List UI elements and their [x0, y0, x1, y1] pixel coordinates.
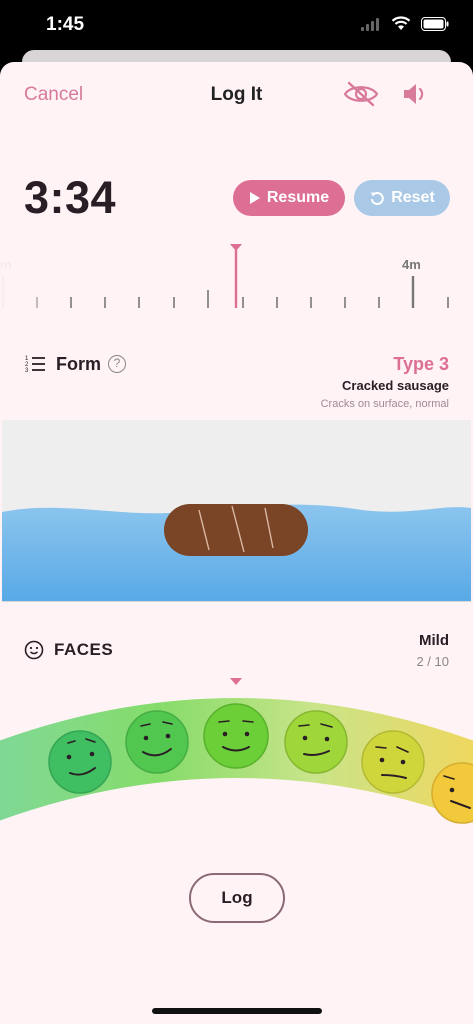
header: Cancel Log It [0, 62, 473, 126]
ruler-right-label: 4m [402, 257, 421, 272]
status-bar: 1:45 [0, 0, 473, 50]
log-button[interactable]: Log [189, 873, 285, 923]
face-selected-marker [230, 678, 242, 685]
stool-shape [164, 504, 308, 556]
sound-toggle-button[interactable] [400, 80, 432, 108]
face-3-selected [203, 703, 269, 769]
signal-icon [361, 17, 379, 31]
help-icon[interactable]: ? [108, 355, 126, 373]
wifi-icon [391, 16, 411, 30]
face-2 [125, 710, 189, 774]
smiley-icon [24, 640, 44, 660]
face-1 [48, 730, 112, 794]
ruler-minor-ticks [36, 290, 449, 308]
hide-toggle-button[interactable] [342, 80, 380, 108]
severity-score: 2 / 10 [416, 654, 449, 669]
status-time: 1:45 [46, 14, 85, 35]
type-name: Cracked sausage [342, 378, 449, 393]
water-illustration [2, 504, 471, 601]
reset-icon [370, 192, 384, 205]
svg-text:3: 3 [25, 368, 29, 374]
severity-label: Mild [419, 632, 449, 649]
cancel-button[interactable]: Cancel [24, 84, 83, 106]
resume-button[interactable]: Resume [233, 180, 345, 216]
faces-arc-selector[interactable] [0, 668, 473, 838]
type-label: Type 3 [393, 354, 449, 374]
home-indicator [152, 1008, 322, 1014]
screen: 1:45 Cancel Log It 3:34 Resume Reset 4m … [0, 0, 473, 1024]
face-4 [284, 710, 348, 774]
form-illustration[interactable] [2, 420, 471, 602]
battery-icon [421, 16, 449, 31]
play-icon [249, 192, 260, 204]
ruler-ticks: m 4m [0, 244, 449, 308]
eye-slash-icon [343, 81, 379, 107]
timer-display: 3:34 [24, 172, 117, 223]
speaker-icon [404, 84, 424, 104]
resume-label: Resume [266, 189, 330, 206]
type-description: Cracks on surface, normal [320, 398, 449, 410]
list-icon: 123 [25, 356, 45, 374]
faces-label: FACES [54, 640, 114, 659]
time-ruler[interactable]: m 4m [0, 238, 473, 318]
face-5 [361, 730, 425, 794]
reset-button[interactable]: Reset [354, 180, 450, 216]
reset-label: Reset [391, 189, 435, 206]
form-label: Form [56, 354, 101, 374]
log-sheet: Cancel Log It 3:34 Resume Reset 4m 1 2 3… [0, 62, 473, 1024]
form-section: 123 Form ? Type 3 Cracked sausage Cracks… [0, 352, 473, 412]
